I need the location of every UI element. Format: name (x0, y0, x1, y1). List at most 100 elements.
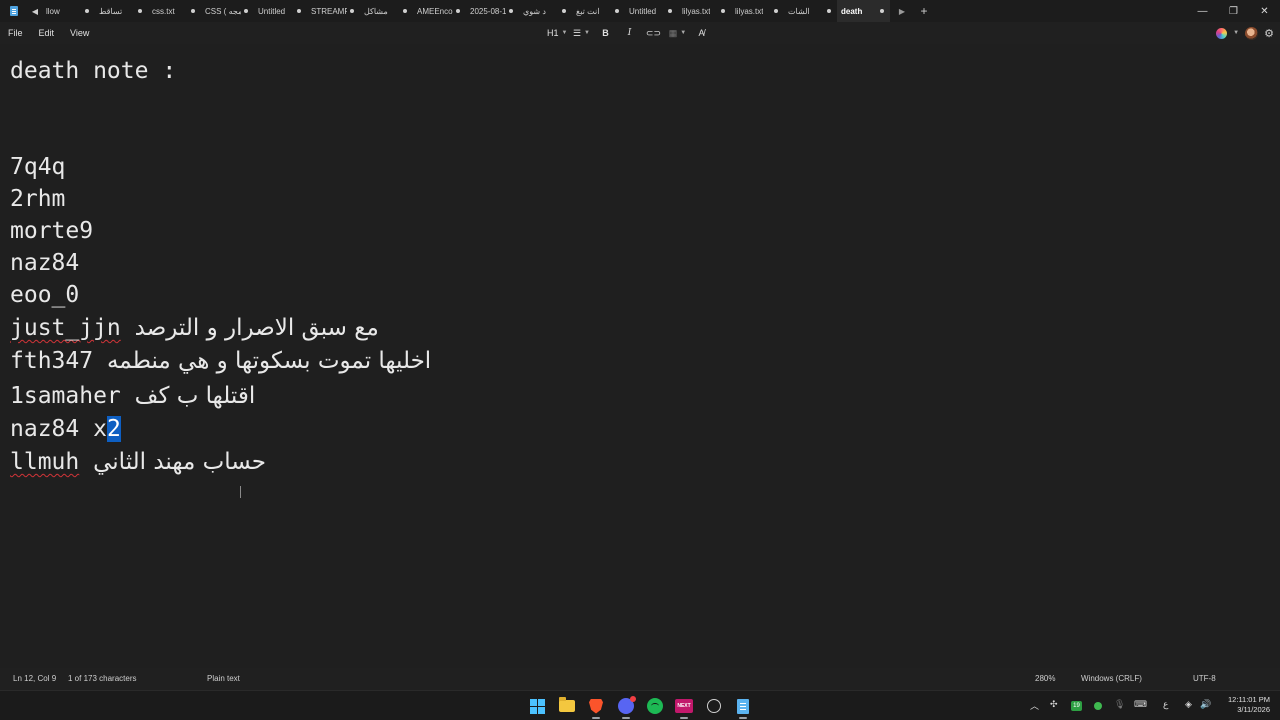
tab-item[interactable]: STREAMPAY Twtich (307, 0, 360, 22)
account-avatar[interactable] (1245, 26, 1259, 40)
brave-browser-button[interactable] (586, 696, 606, 719)
language-indicator[interactable]: ع (1163, 699, 1168, 710)
wifi-icon[interactable]: ◈ (1185, 699, 1192, 710)
new-tab-button[interactable]: + (914, 4, 934, 18)
notepad-icon (737, 698, 749, 714)
next-app-button[interactable]: NEXT (674, 696, 694, 719)
tab-item[interactable]: lilyas.txt (678, 0, 731, 22)
code-text: 7q4q (10, 154, 66, 180)
microphone-icon[interactable]: 🎙 (1114, 699, 1125, 710)
tab-item[interactable]: د شوي (519, 0, 572, 22)
menu-bar: File Edit View H1 ▼ ☰ ▼ B I ⊂⊃ ▦ ▼ A̸ ▼ ⚙ (0, 22, 1280, 44)
cursor-position[interactable]: Ln 12, Col 9 (13, 674, 56, 683)
line-ending[interactable]: Windows (CRLF) (1081, 674, 1142, 683)
window-controls: — ❐ ✕ (1187, 0, 1280, 22)
list-dropdown[interactable]: ☰ ▼ (569, 22, 593, 44)
tab-item[interactable]: انت تبغ (572, 0, 625, 22)
file-explorer-button[interactable] (557, 696, 577, 716)
code-text: eoo_0 (10, 282, 80, 308)
tab-item[interactable]: Untitled (625, 0, 678, 22)
code-text: naz84 (10, 250, 80, 276)
tab-item[interactable]: الشات (784, 0, 837, 22)
tab-item[interactable]: llow (42, 0, 95, 22)
settings-gear-icon[interactable]: ⚙ (1264, 27, 1274, 40)
tab-label: تساقط (99, 6, 123, 16)
tab-label: Untitled (258, 6, 286, 16)
unsaved-dot-icon (138, 9, 142, 13)
network-tray-icon[interactable]: ✣ (1050, 699, 1058, 710)
menu-file[interactable]: File (0, 28, 31, 38)
tab-label: Untitled (629, 6, 657, 16)
unsaved-dot-icon (191, 9, 195, 13)
notepad-taskbar-button[interactable] (733, 696, 753, 719)
tab-label: llow (46, 6, 60, 16)
unsaved-dot-icon (668, 9, 672, 13)
text-line: fth347 اخليها تموت بسكوتها و هي منطمه (10, 346, 431, 376)
tab-item[interactable]: lilyas.txt (731, 0, 784, 22)
tab-scroll-right-button[interactable]: ▶ (890, 7, 914, 16)
discord-button[interactable] (616, 696, 636, 719)
right-toolbar: ▼ ⚙ (1216, 22, 1274, 44)
formatting-toolbar: H1 ▼ ☰ ▼ B I ⊂⊃ ▦ ▼ A̸ (545, 22, 713, 44)
text-line: 1samaher اقتلها ب كف (10, 381, 255, 411)
tray-badge[interactable]: 19 (1071, 701, 1082, 711)
status-dot-icon[interactable] (1094, 702, 1102, 710)
tab-label: AMEEncodir xxx.txt (417, 6, 453, 16)
title-text: death note : (10, 58, 177, 84)
chevron-down-icon: ▼ (561, 30, 568, 36)
keyboard-icon[interactable]: ⌨ (1134, 699, 1147, 710)
start-button[interactable] (527, 696, 547, 716)
unsaved-dot-icon (244, 9, 248, 13)
copilot-icon[interactable] (1216, 27, 1228, 39)
volume-icon[interactable]: 🔊 (1200, 699, 1211, 710)
tab-item[interactable]: مشاكل (360, 0, 413, 22)
unsaved-dot-icon (827, 9, 831, 13)
close-icon[interactable]: ✕ (1249, 0, 1280, 22)
tab-label: الشات (788, 6, 810, 16)
tab-label: د شوي (523, 6, 546, 16)
table-dropdown[interactable]: ▦ ▼ (665, 22, 689, 44)
tab-item[interactable]: CSS ( البرمجه Dior - (201, 0, 254, 22)
tab-item[interactable]: css.txt (148, 0, 201, 22)
text-line: naz84 x2 (10, 414, 121, 444)
show-hidden-icons-chevron-icon[interactable]: ︿ (1030, 699, 1039, 712)
discord-icon (618, 696, 636, 714)
tab-item[interactable]: Untitled (254, 0, 307, 22)
spotify-button[interactable] (645, 696, 665, 716)
text-format[interactable]: Plain text (207, 674, 240, 683)
next-app-icon: NEXT (675, 699, 693, 713)
code-text: llmuh (10, 449, 80, 475)
encoding[interactable]: UTF-8 (1193, 674, 1216, 683)
unsaved-dot-icon (774, 9, 778, 13)
notepad-app-icon (0, 0, 28, 22)
table-icon: ▦ (668, 27, 678, 38)
tab-scroll-left-button[interactable]: ◀ (28, 7, 42, 16)
unsaved-dot-icon (456, 9, 460, 13)
restore-icon[interactable]: ❐ (1218, 0, 1249, 22)
gauge-app-button[interactable] (704, 696, 724, 716)
heading-dropdown[interactable]: H1 ▼ (545, 22, 569, 44)
list-icon: ☰ (572, 27, 582, 38)
link-icon[interactable]: ⊂⊃ (641, 22, 665, 44)
italic-icon[interactable]: I (617, 22, 641, 44)
chevron-down-icon[interactable]: ▼ (1233, 30, 1239, 36)
zoom-level[interactable]: 280% (1035, 674, 1055, 683)
bold-icon[interactable]: B (593, 22, 617, 44)
tab-item[interactable]: تساقط (95, 0, 148, 22)
tab-label: مشاكل (364, 6, 388, 16)
tab-item[interactable]: AMEEncodir xxx.txt (413, 0, 466, 22)
tab-item[interactable]: 2025-08-17T 060503 (466, 0, 519, 22)
code-text: 1samaher (10, 383, 121, 409)
tab-label: lilyas.txt (682, 6, 711, 16)
text-line: eoo_0 (10, 280, 79, 310)
clear-formatting-icon[interactable]: A̸ (689, 22, 713, 44)
system-clock[interactable]: 12:11:01 PM 3/11/2026 (1218, 695, 1270, 715)
menu-edit[interactable]: Edit (31, 28, 63, 38)
menu-view[interactable]: View (62, 28, 97, 38)
tab-item-active[interactable]: death (837, 0, 890, 22)
heading-label: H1 (547, 28, 559, 38)
text-editor[interactable]: death note : 7q4q 2rhm morte9 naz84 eoo_… (0, 44, 1280, 668)
minimize-icon[interactable]: — (1187, 0, 1218, 22)
tab-label: death (841, 6, 863, 16)
code-text: morte9 (10, 218, 94, 244)
